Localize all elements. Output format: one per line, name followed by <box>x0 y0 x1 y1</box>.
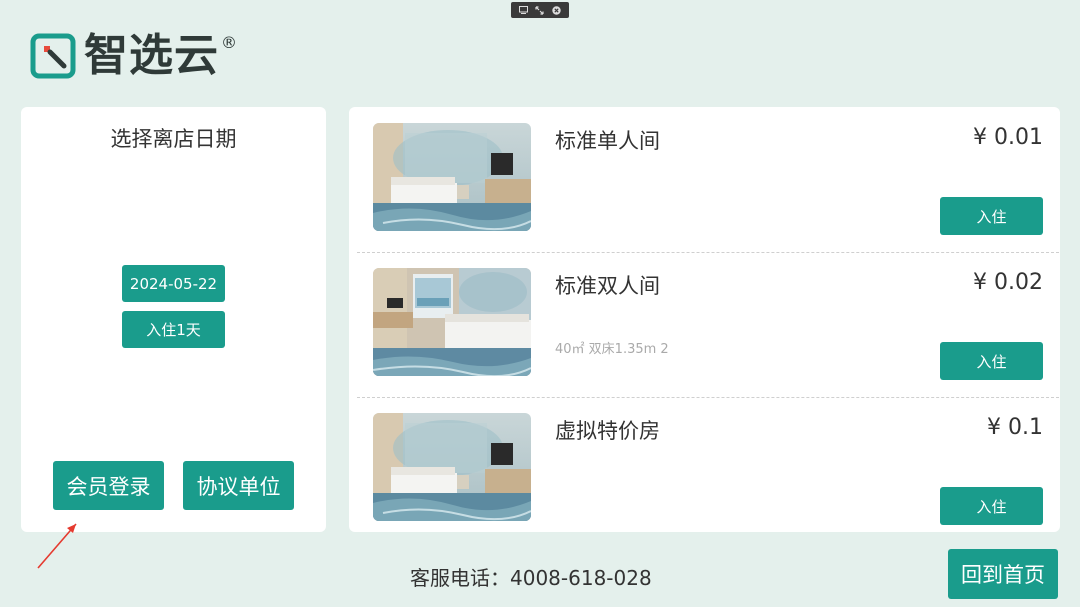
room-photo <box>373 268 531 376</box>
room-name: 标准双人间 <box>555 274 660 298</box>
room-name: 标准单人间 <box>555 129 660 153</box>
brand-logo: 智选云 ® <box>30 33 237 79</box>
room-photo <box>373 413 531 521</box>
room-description: 40㎡ 双床1.35m 2 <box>555 342 669 357</box>
checkin-button[interactable]: 入住 <box>940 487 1043 525</box>
service-phone: 客服电话：4008-618-028 <box>410 566 652 590</box>
stay-duration-button[interactable]: 入住1天 <box>122 311 225 348</box>
room-price: ¥ 0.02 <box>973 270 1043 295</box>
resize-icon[interactable] <box>535 5 545 15</box>
logo-icon <box>30 33 76 79</box>
room-item: 标准双人间 ¥ 0.02 40㎡ 双床1.35m 2 入住 <box>357 252 1059 398</box>
agreement-unit-button[interactable]: 协议单位 <box>183 461 294 510</box>
room-item: 标准单人间 ¥ 0.01 入住 <box>357 107 1059 253</box>
room-photo <box>373 123 531 231</box>
screen-icon[interactable] <box>518 5 528 15</box>
window-controls <box>511 2 569 18</box>
checkin-button[interactable]: 入住 <box>940 342 1043 380</box>
home-button[interactable]: 回到首页 <box>948 549 1058 599</box>
room-name: 虚拟特价房 <box>555 419 660 443</box>
room-price: ¥ 0.1 <box>987 415 1043 440</box>
checkout-date-panel: 选择离店日期 2024-05-22 入住1天 会员登录 协议单位 <box>21 107 326 532</box>
registered-mark: ® <box>221 33 237 52</box>
checkin-button[interactable]: 入住 <box>940 197 1043 235</box>
room-price: ¥ 0.01 <box>973 125 1043 150</box>
member-login-button[interactable]: 会员登录 <box>53 461 164 510</box>
date-button[interactable]: 2024-05-22 <box>122 265 225 302</box>
close-icon[interactable] <box>552 5 562 15</box>
brand-name: 智选云 <box>84 30 219 81</box>
room-list: 标准单人间 ¥ 0.01 入住 标准双人间 ¥ 0.02 40㎡ 双床1.35m… <box>349 107 1060 532</box>
annotation-arrow-icon <box>37 523 77 569</box>
room-item: 虚拟特价房 ¥ 0.1 入住 <box>357 397 1059 532</box>
panel-title: 选择离店日期 <box>110 127 237 151</box>
